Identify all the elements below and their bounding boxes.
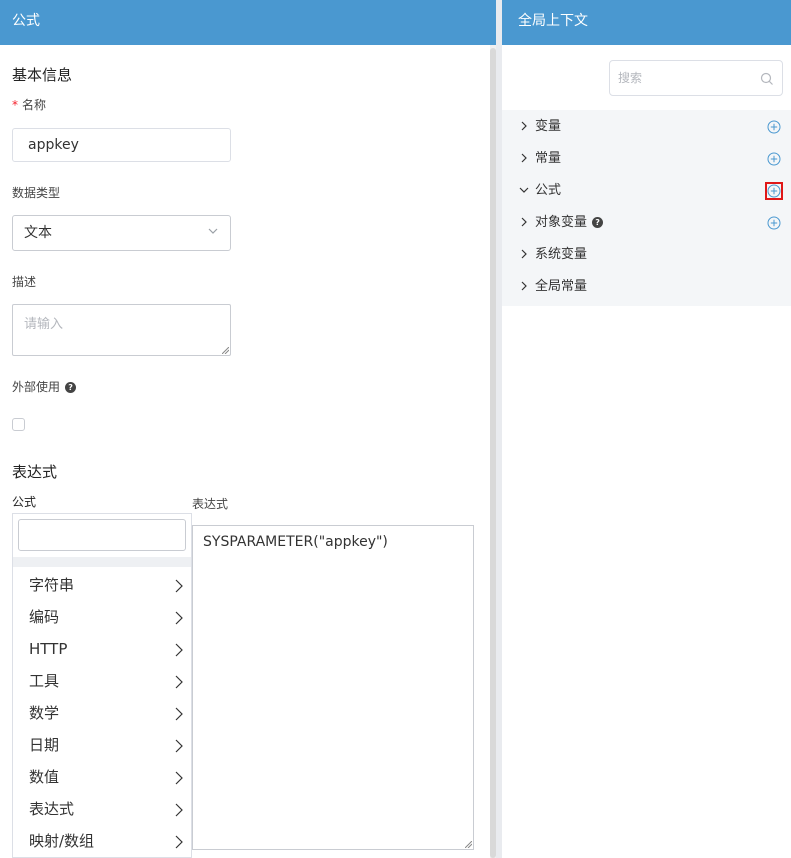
expression-input-label: 表达式: [192, 497, 229, 511]
tree-item-object-variables[interactable]: 对象变量?: [519, 207, 783, 239]
plus-circle-icon[interactable]: [767, 216, 781, 230]
plus-circle-icon[interactable]: [767, 184, 781, 198]
chevron-right-icon: [521, 249, 527, 259]
basic-info-title: 基本信息: [12, 66, 73, 84]
category-item[interactable]: 数值: [29, 761, 185, 793]
formula-search-input[interactable]: [18, 519, 186, 551]
category-item[interactable]: 编码: [29, 601, 185, 633]
category-item[interactable]: 字符串: [29, 569, 185, 601]
description-label: 描述: [12, 275, 37, 289]
formula-panel-title: 公式: [12, 13, 40, 29]
tree-item-label: 变量: [535, 119, 562, 134]
chevron-right-icon: [175, 707, 183, 721]
plus-circle-icon[interactable]: [767, 152, 781, 166]
expression-textarea[interactable]: SYSPARAMETER("appkey"): [192, 525, 474, 850]
formula-list-label: 公式: [12, 495, 37, 509]
category-item[interactable]: 日期: [29, 729, 185, 761]
chevron-right-icon: [175, 579, 183, 593]
category-label: 映射/数组: [29, 832, 95, 850]
chevron-right-icon: [175, 771, 183, 785]
formula-category-list: 字符串 编码 HTTP 工具 数学 日期 数值 表达式 映射/数组: [12, 513, 192, 858]
category-item[interactable]: 映射/数组: [29, 825, 185, 857]
global-context-title: 全局上下文: [518, 13, 588, 29]
required-mark: *: [12, 98, 18, 112]
formula-panel-header: 公式: [0, 0, 496, 45]
expression-section-title: 表达式: [12, 463, 58, 481]
search-icon: [760, 72, 773, 85]
global-context-header: 全局上下文: [502, 0, 791, 45]
chevron-down-icon: [208, 228, 218, 234]
chevron-right-icon: [175, 803, 183, 817]
category-label: 表达式: [29, 800, 75, 818]
category-label: 日期: [29, 736, 60, 754]
tree-item-label: 系统变量: [535, 247, 588, 262]
tree-item-label: 全局常量: [535, 279, 588, 294]
tree-item-constants[interactable]: 常量: [519, 143, 783, 175]
external-use-checkbox[interactable]: [12, 418, 25, 431]
chevron-right-icon: [175, 739, 183, 753]
plus-circle-icon[interactable]: [767, 120, 781, 134]
chevron-right-icon: [521, 281, 527, 291]
chevron-right-icon: [175, 611, 183, 625]
question-circle-icon[interactable]: ?: [592, 217, 604, 228]
formula-editor-panel: 公式 基本信息 * 名称 appkey 数据类型 文本 描述 请输入 外部使用? …: [0, 0, 496, 858]
search-placeholder: 搜索: [618, 71, 643, 85]
category-item[interactable]: 数学: [29, 697, 185, 729]
chevron-right-icon: [521, 217, 527, 227]
tree-item-label-wrap: 对象变量?: [535, 207, 604, 239]
chevron-right-icon: [175, 835, 183, 849]
category-label: 数值: [29, 768, 60, 786]
tree-item-label: 对象变量: [535, 215, 588, 230]
name-label-text: 名称: [22, 98, 47, 112]
chevron-right-icon: [175, 675, 183, 689]
datatype-selected-value: 文本: [24, 225, 52, 241]
formula-list-separator: [13, 557, 191, 567]
category-item[interactable]: HTTP: [29, 633, 185, 665]
category-label: HTTP: [29, 640, 68, 658]
resize-handle-icon[interactable]: [465, 841, 472, 848]
description-textarea[interactable]: 请输入: [12, 304, 231, 356]
datatype-select[interactable]: 文本: [12, 215, 231, 251]
name-input[interactable]: appkey: [12, 128, 231, 162]
datatype-label: 数据类型: [12, 186, 61, 200]
chevron-right-icon: [521, 121, 527, 131]
tree-item-system-variables[interactable]: 系统变量: [519, 239, 783, 271]
category-label: 数学: [29, 704, 60, 722]
external-use-label: 外部使用?: [12, 378, 77, 395]
chevron-right-icon: [521, 153, 527, 163]
chevron-right-icon: [175, 643, 183, 657]
context-search-input[interactable]: 搜索: [609, 60, 783, 96]
tree-item-formulas[interactable]: 公式: [519, 175, 783, 207]
chevron-down-icon: [519, 187, 529, 193]
expression-text: SYSPARAMETER("appkey"): [203, 534, 388, 550]
category-label: 工具: [29, 672, 60, 690]
category-label: 编码: [29, 608, 60, 626]
name-field-label: * 名称: [12, 96, 46, 113]
category-label: 字符串: [29, 576, 75, 594]
external-use-label-text: 外部使用: [12, 380, 61, 394]
tree-item-label: 公式: [535, 183, 562, 198]
tree-item-variables[interactable]: 变量: [519, 111, 783, 143]
category-item[interactable]: 工具: [29, 665, 185, 697]
category-item[interactable]: 表达式: [29, 793, 185, 825]
tree-item-label: 常量: [535, 151, 562, 166]
description-placeholder: 请输入: [24, 317, 64, 332]
resize-handle-icon[interactable]: [222, 347, 229, 354]
question-circle-icon[interactable]: ?: [65, 382, 77, 393]
tree-item-global-constants[interactable]: 全局常量: [519, 271, 783, 303]
